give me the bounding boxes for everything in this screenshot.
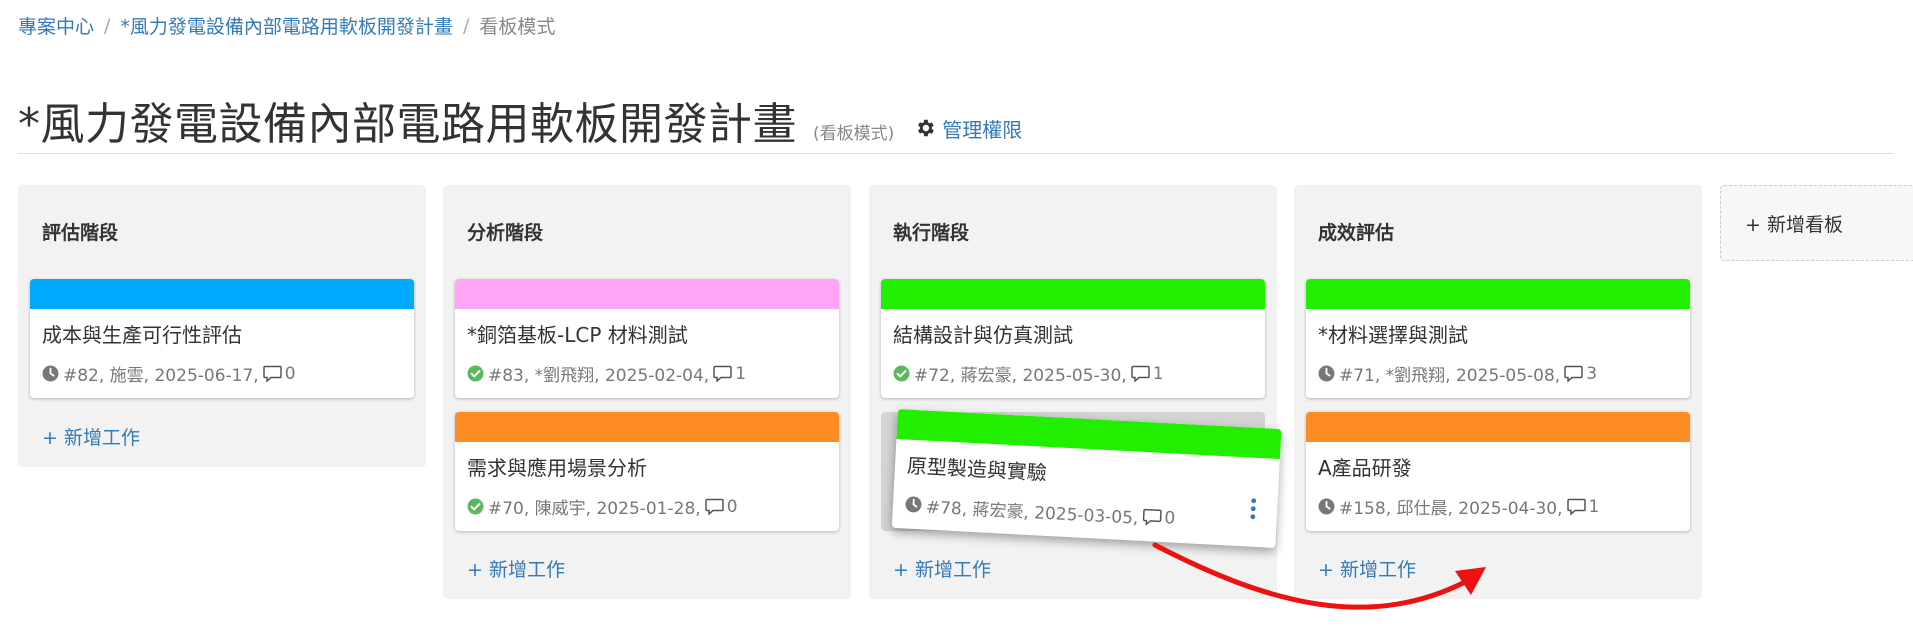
card-meta-text: #158, 邱仕晨, 2025-04-30, (1339, 499, 1563, 519)
card-meta-text: #70, 陳威宇, 2025-01-28, (488, 499, 701, 519)
breadcrumb-project[interactable]: *風力發電設備內部電路用軟板開發計畫 (120, 12, 453, 39)
lane-effectiveness: 成效評估 *材料選擇與測試 #71, *劉飛翔, 2025-05-08, 3 A… (1294, 185, 1702, 599)
page-title: *風力發電設備內部電路用軟板開發計畫 (18, 99, 797, 150)
lane-title: 評估階段 (42, 222, 119, 244)
breadcrumb-project-center[interactable]: 專案中心 (18, 12, 94, 39)
manage-permission-link[interactable]: 管理權限 (914, 114, 1022, 143)
card-title: A產品研發 (1318, 456, 1412, 480)
comment-count: 1 (735, 363, 747, 384)
card-color-band (30, 279, 414, 309)
add-task-button[interactable]: + 新增工作 (1318, 555, 1416, 582)
card-color-band (1306, 412, 1690, 442)
comment-count: 1 (1588, 496, 1600, 517)
card-title: *材料選擇與測試 (1318, 323, 1468, 347)
card-meta: #83, *劉飛翔, 2025-02-04, 1 (467, 361, 746, 386)
lane-evaluation: 評估階段 成本與生產可行性評估 #82, 施雲, 2025-06-17, 0 +… (18, 185, 426, 467)
comment-icon (713, 365, 732, 382)
card-meta: #82, 施雲, 2025-06-17, 0 (42, 361, 296, 386)
card-meta: #78, 蔣宏豪, 2025-03-05, 0 (904, 492, 1176, 531)
task-card[interactable]: 需求與應用場景分析 #70, 陳威宇, 2025-01-28, 0 (455, 412, 839, 531)
page-subtitle: (看板模式) (813, 124, 895, 144)
comment-count: 0 (1163, 507, 1176, 529)
card-title: *銅箔基板-LCP 材料測試 (467, 323, 688, 347)
gear-icon (918, 119, 935, 137)
card-color-band (455, 279, 839, 309)
card-meta-text: #71, *劉飛翔, 2025-05-08, (1339, 366, 1561, 386)
card-color-band (1306, 279, 1690, 309)
breadcrumb-separator: / (462, 14, 470, 37)
comment-icon (1142, 508, 1162, 526)
card-meta-text: #83, *劉飛翔, 2025-02-04, (488, 366, 710, 386)
dragging-task-card[interactable]: 原型製造與實驗 #78, 蔣宏豪, 2025-03-05, 0 (891, 409, 1282, 548)
card-title: 結構設計與仿真測試 (893, 323, 1073, 347)
card-meta-text: #78, 蔣宏豪, 2025-03-05, (925, 497, 1139, 529)
lane-title: 執行階段 (893, 222, 970, 244)
card-meta: #71, *劉飛翔, 2025-05-08, 3 (1318, 361, 1597, 386)
add-task-button[interactable]: + 新增工作 (893, 555, 991, 582)
breadcrumb-current: 看板模式 (479, 16, 556, 38)
task-card[interactable]: 結構設計與仿真測試 #72, 蔣宏豪, 2025-05-30, 1 (881, 279, 1265, 398)
card-meta-text: #82, 施雲, 2025-06-17, (63, 366, 259, 386)
comment-icon (1564, 365, 1583, 382)
card-meta: #72, 蔣宏豪, 2025-05-30, 1 (893, 361, 1164, 386)
task-card[interactable]: A產品研發 #158, 邱仕晨, 2025-04-30, 1 (1306, 412, 1690, 531)
check-circle-icon (467, 498, 484, 515)
add-task-button[interactable]: + 新增工作 (42, 423, 140, 450)
comment-icon (262, 365, 282, 382)
comment-icon (1566, 498, 1586, 515)
card-color-band (455, 412, 839, 442)
clock-icon (1318, 498, 1335, 515)
comment-icon (1130, 365, 1150, 382)
card-meta-text: #72, 蔣宏豪, 2025-05-30, (914, 366, 1127, 386)
comment-icon (704, 498, 724, 515)
breadcrumb: 專案中心 / *風力發電設備內部電路用軟板開發計畫 / 看板模式 (18, 12, 555, 39)
clock-icon (905, 496, 922, 513)
check-circle-icon (893, 365, 910, 382)
card-color-band (881, 279, 1265, 309)
card-title: 原型製造與實驗 (906, 453, 1048, 485)
add-task-button[interactable]: + 新增工作 (467, 555, 565, 582)
header-divider (18, 153, 1893, 154)
card-meta: #158, 邱仕晨, 2025-04-30, 1 (1318, 494, 1599, 519)
task-card[interactable]: 成本與生產可行性評估 #82, 施雲, 2025-06-17, 0 (30, 279, 414, 398)
clock-icon (1318, 365, 1335, 382)
comment-count: 0 (284, 363, 296, 384)
card-meta: #70, 陳威宇, 2025-01-28, 0 (467, 494, 738, 519)
lane-title: 分析階段 (467, 222, 544, 244)
lane-analysis: 分析階段 *銅箔基板-LCP 材料測試 #83, *劉飛翔, 2025-02-0… (443, 185, 851, 599)
task-card[interactable]: *銅箔基板-LCP 材料測試 #83, *劉飛翔, 2025-02-04, 1 (455, 279, 839, 398)
more-options-icon[interactable] (1249, 498, 1258, 520)
lane-title: 成效評估 (1318, 222, 1395, 244)
check-circle-icon (467, 365, 484, 382)
comment-count: 1 (1152, 363, 1164, 384)
clock-icon (42, 365, 59, 382)
comment-count: 0 (726, 496, 738, 517)
card-title: 需求與應用場景分析 (467, 456, 647, 480)
page-header: *風力發電設備內部電路用軟板開發計畫 (看板模式) 管理權限 (18, 88, 1022, 152)
manage-permission-label: 管理權限 (942, 117, 1023, 142)
comment-count: 3 (1586, 363, 1598, 384)
add-board-button[interactable]: + 新增看板 (1720, 185, 1913, 261)
breadcrumb-separator: / (104, 14, 111, 37)
card-title: 成本與生產可行性評估 (42, 323, 242, 347)
task-card[interactable]: *材料選擇與測試 #71, *劉飛翔, 2025-05-08, 3 (1306, 279, 1690, 398)
